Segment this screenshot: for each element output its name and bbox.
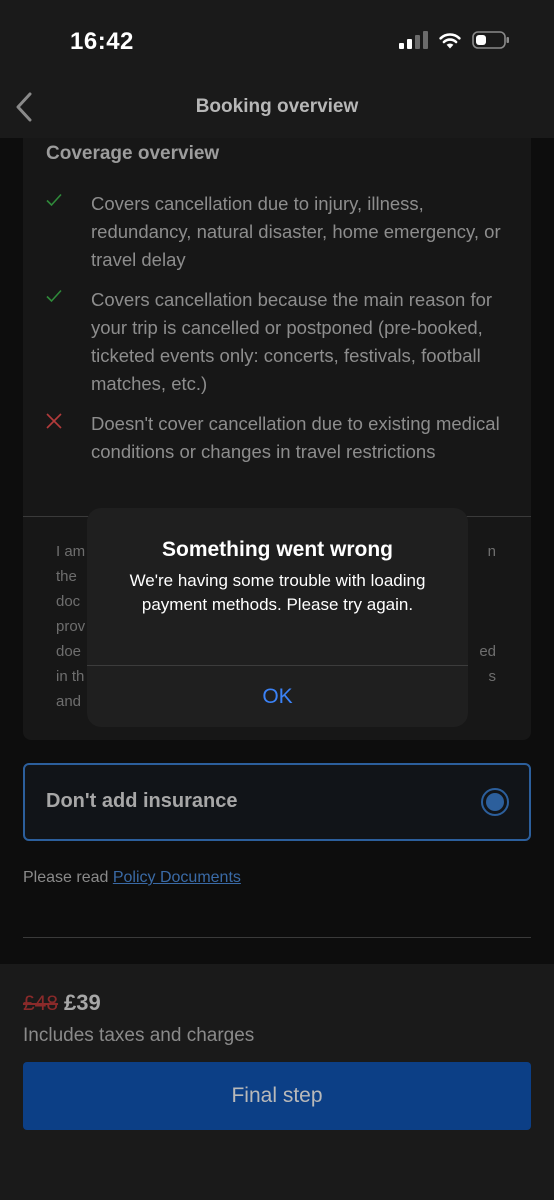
battery-icon [472, 31, 509, 49]
alert-message: We're having some trouble with loading p… [129, 571, 426, 614]
coverage-item-text: Doesn't cover cancellation due to existi… [91, 413, 500, 462]
coverage-item-text: Covers cancellation due to injury, illne… [91, 193, 501, 270]
coverage-item-text: Covers cancellation because the main rea… [91, 289, 493, 394]
price-row: £48 £39 [23, 990, 101, 1016]
cross-icon [46, 413, 62, 429]
status-icons [399, 30, 510, 50]
coverage-item: Covers cancellation due to injury, illne… [45, 190, 515, 274]
alert-ok-button[interactable]: OK [87, 666, 468, 727]
policy-notice: Please read Policy Documents [23, 869, 241, 887]
check-icon [46, 289, 62, 303]
wifi-icon [439, 33, 461, 49]
coverage-item: Doesn't cover cancellation due to existi… [45, 410, 515, 466]
dont-add-insurance-option[interactable]: Don't add insurance [23, 763, 531, 841]
alert-title: Something went wrong [162, 538, 393, 561]
error-alert-dialog: Something went wrong We're having some t… [87, 508, 468, 727]
status-time: 16:42 [70, 28, 134, 55]
check-icon [46, 193, 62, 207]
current-price: £39 [64, 990, 101, 1015]
divider [23, 937, 531, 938]
old-price: £48 [23, 992, 59, 1015]
checkout-footer: £48 £39 Includes taxes and charges Final… [0, 964, 554, 1200]
policy-documents-link[interactable]: Policy Documents [113, 869, 241, 886]
status-bar: 16:42 [0, 0, 554, 76]
policy-prefix: Please read [23, 869, 109, 886]
coverage-title: Coverage overview [46, 143, 220, 164]
radio-selected-icon[interactable] [481, 788, 509, 816]
option-label: Don't add insurance [46, 790, 238, 812]
tax-note: Includes taxes and charges [23, 1025, 255, 1046]
coverage-item: Covers cancellation because the main rea… [45, 286, 515, 398]
navigation-header: Booking overview [0, 76, 554, 138]
final-step-button[interactable]: Final step [23, 1062, 531, 1130]
cellular-signal-icon [399, 31, 428, 49]
page-title: Booking overview [195, 96, 359, 117]
